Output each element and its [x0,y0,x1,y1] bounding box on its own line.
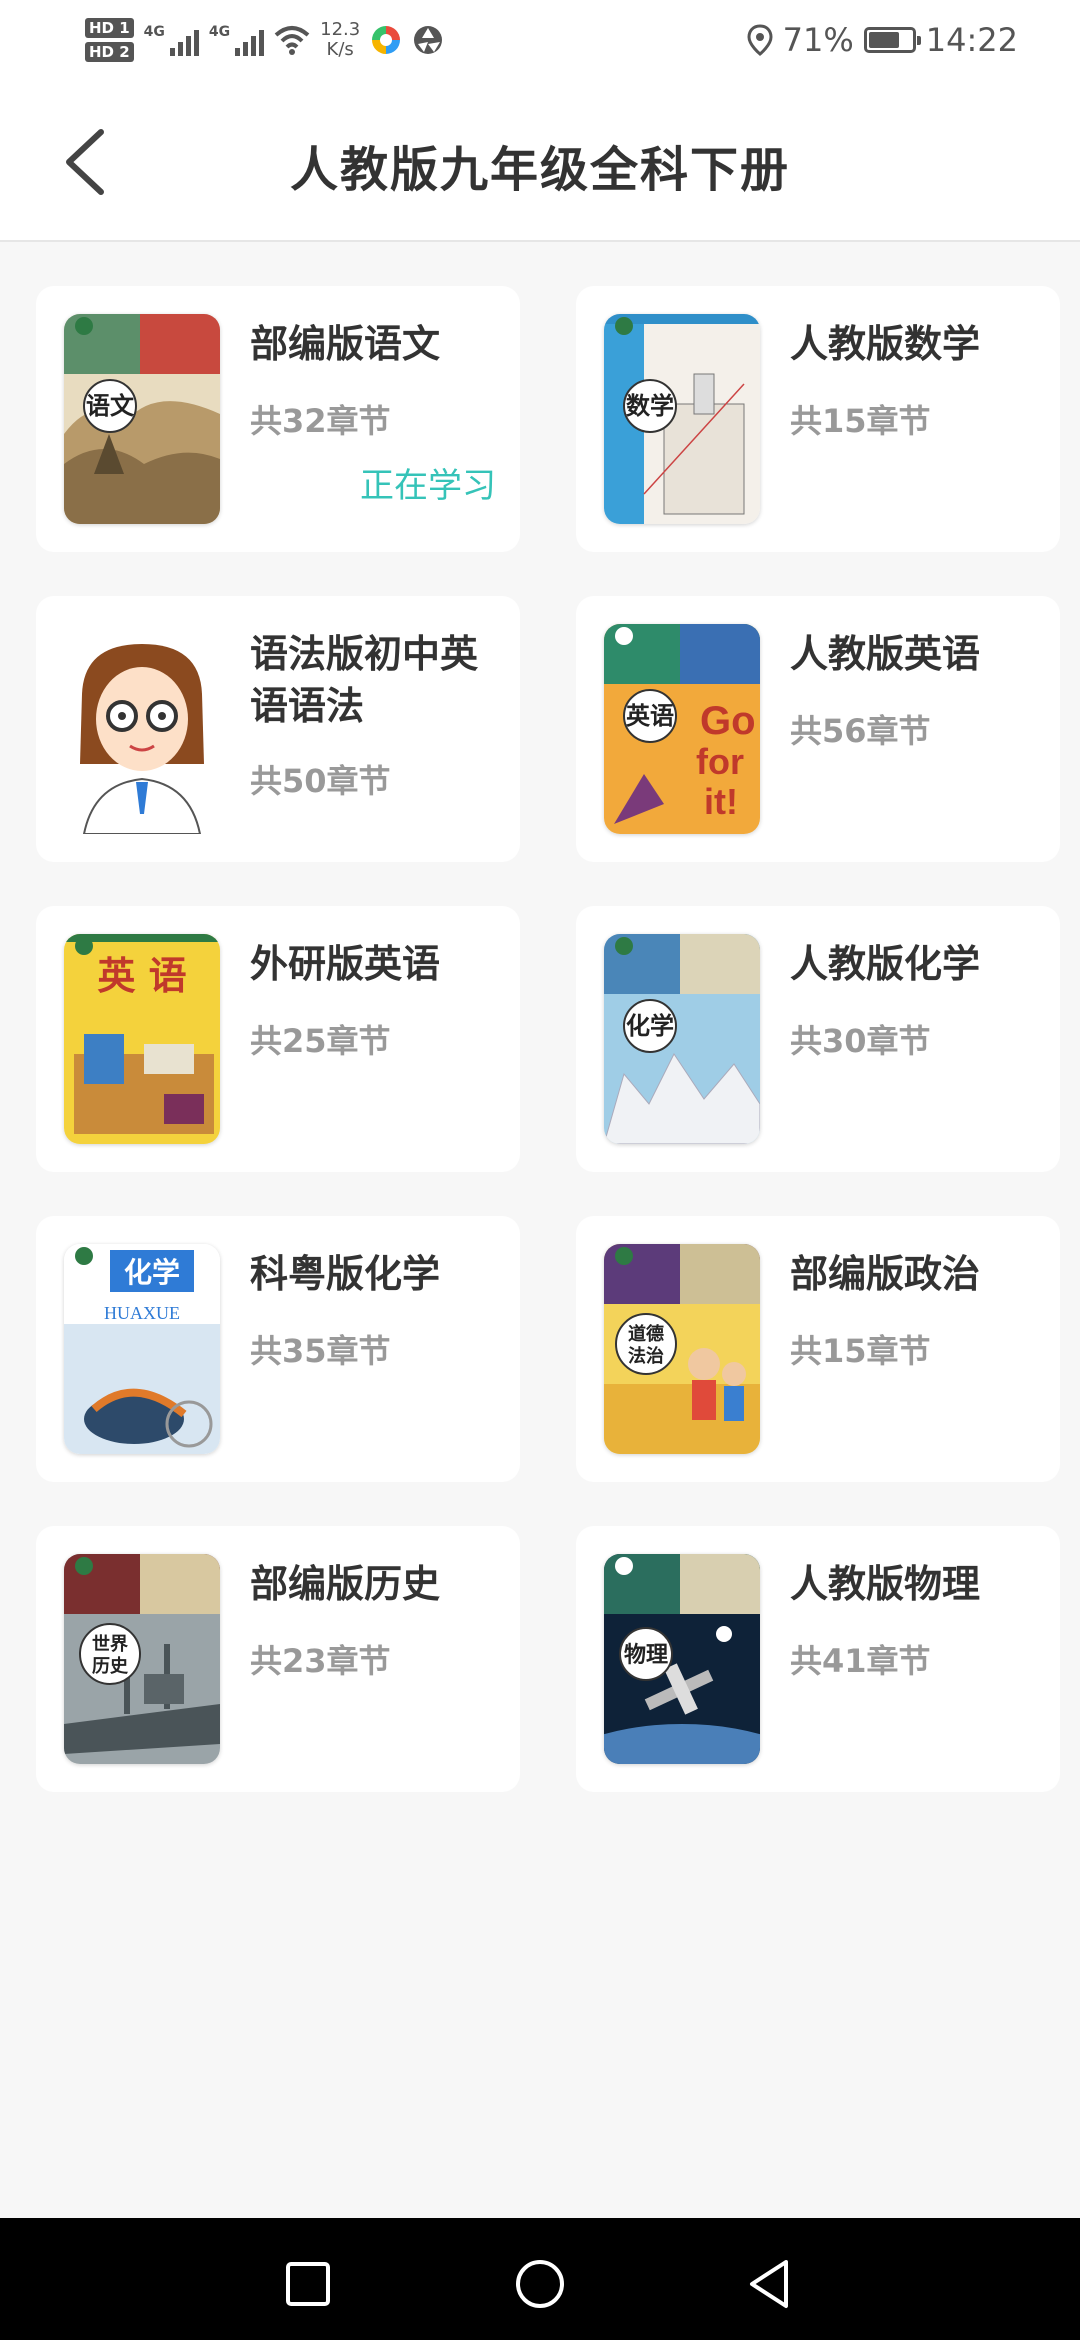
book-chapter-count: 共15章节 [790,1332,931,1370]
home-button[interactable] [510,2254,570,2314]
book-chapter-count: 共56章节 [790,712,931,750]
book-cover-cartoon-teacher [64,624,220,834]
book-chapter-count: 共25章节 [250,1022,391,1060]
book-title: 人教版英语 [790,632,981,676]
location-icon [747,24,773,56]
clock: 14:22 [925,21,1018,59]
triangle-back-icon [750,2260,788,2308]
hd-indicators: HD 1 HD 2 [85,18,134,62]
book-card-english-fltrp[interactable]: 英 语 外研版英语 共25章节 [36,906,520,1172]
svg-text:世界: 世界 [92,1634,128,1655]
svg-text:语文: 语文 [86,391,135,420]
network-speed: 12.3 K/s [320,19,361,60]
svg-text:历史: 历史 [92,1655,129,1677]
book-card-politics[interactable]: 道德 法治 部编版政治 共15章节 [576,1216,1060,1482]
book-title: 科粤版化学 [250,1252,441,1296]
square-icon [286,2262,330,2306]
book-card-chinese[interactable]: 语文 部编版语文 共32章节 正在学习 [36,286,520,552]
svg-text:HUAXUE: HUAXUE [104,1303,180,1323]
book-card-chemistry-kyb[interactable]: 化学 HUAXUE 科粤版化学 共35章节 [36,1216,520,1482]
circle-icon [516,2260,564,2308]
book-cover-english-fltrp: 英 语 [64,934,220,1144]
book-card-history[interactable]: 世界 历史 部编版历史 共23章节 [36,1526,520,1792]
book-title: 部编版政治 [790,1252,981,1296]
recent-apps-button[interactable] [278,2254,338,2314]
book-cover-history: 世界 历史 [64,1554,220,1764]
book-chapter-count: 共32章节 [250,402,391,440]
signal-icon-2: 4G [209,24,265,56]
book-title: 人教版物理 [790,1562,981,1606]
svg-text:数学: 数学 [626,391,674,420]
book-cover-english-pep: Go for it! 英语 [604,624,760,834]
book-title: 部编版历史 [250,1562,441,1606]
book-title: 部编版语文 [250,322,441,366]
book-cover-math: 数学 [604,314,760,524]
status-bar: HD 1 HD 2 4G 4G 12.3 K/s 71% 14:22 [0,0,1080,80]
book-title: 人教版化学 [790,942,981,986]
page-title: 人教版九年级全科下册 [289,142,790,198]
book-chapter-count: 共50章节 [250,762,391,800]
book-cover-politics: 道德 法治 [604,1244,760,1454]
studying-status-label: 正在学习 [360,466,496,506]
book-card-chemistry-pep[interactable]: 化学 人教版化学 共30章节 [576,906,1060,1172]
svg-text:it!: it! [704,781,738,822]
battery-icon [863,27,921,53]
colorful-app-icon [372,26,401,54]
book-title: 人教版数学 [790,322,981,366]
page-header: 人教版九年级全科下册 [0,80,1080,242]
hd-badge-1: HD 1 [85,18,134,38]
book-cover-chinese: 语文 [64,314,220,524]
book-card-english-pep[interactable]: Go for it! 英语 人教版英语 共56章节 [576,596,1060,862]
book-chapter-count: 共15章节 [790,402,931,440]
aperture-app-icon [414,26,443,54]
svg-text:英 语: 英 语 [97,953,186,998]
svg-text:英语: 英语 [626,701,674,730]
book-cover-chemistry-pep: 化学 [604,934,760,1144]
book-card-math[interactable]: 数学 人教版数学 共15章节 [576,286,1060,552]
wifi-icon [274,26,310,55]
book-chapter-count: 共30章节 [790,1022,931,1060]
hd-badge-2: HD 2 [85,42,134,62]
book-card-english-grammar[interactable]: 语法版初中英语语法 共50章节 [36,596,520,862]
svg-text:化学: 化学 [626,1011,674,1040]
svg-text:道德: 道德 [628,1323,664,1345]
book-card-physics[interactable]: 物理 人教版物理 共41章节 [576,1526,1060,1792]
signal-icon-1: 4G [144,24,199,56]
svg-text:物理: 物理 [624,1642,668,1668]
svg-text:Go: Go [700,699,756,743]
svg-text:化学: 化学 [124,1256,180,1289]
book-chapter-count: 共23章节 [250,1642,391,1680]
system-back-button[interactable] [740,2254,800,2314]
book-cover-physics: 物理 [604,1554,760,1764]
book-title: 语法版初中英语语法 [250,632,479,728]
book-title: 外研版英语 [250,942,441,986]
system-navigation-bar [0,2218,1080,2340]
svg-text:法治: 法治 [628,1345,664,1367]
book-cover-chemistry-kyb: 化学 HUAXUE [64,1244,220,1454]
status-right: 71% 14:22 [747,14,1018,66]
status-left: HD 1 HD 2 4G 4G 12.3 K/s [85,10,444,70]
book-chapter-count: 共41章节 [790,1642,931,1680]
battery-percent: 71% [782,21,854,59]
book-chapter-count: 共35章节 [250,1332,391,1370]
svg-text:for: for [696,741,744,782]
